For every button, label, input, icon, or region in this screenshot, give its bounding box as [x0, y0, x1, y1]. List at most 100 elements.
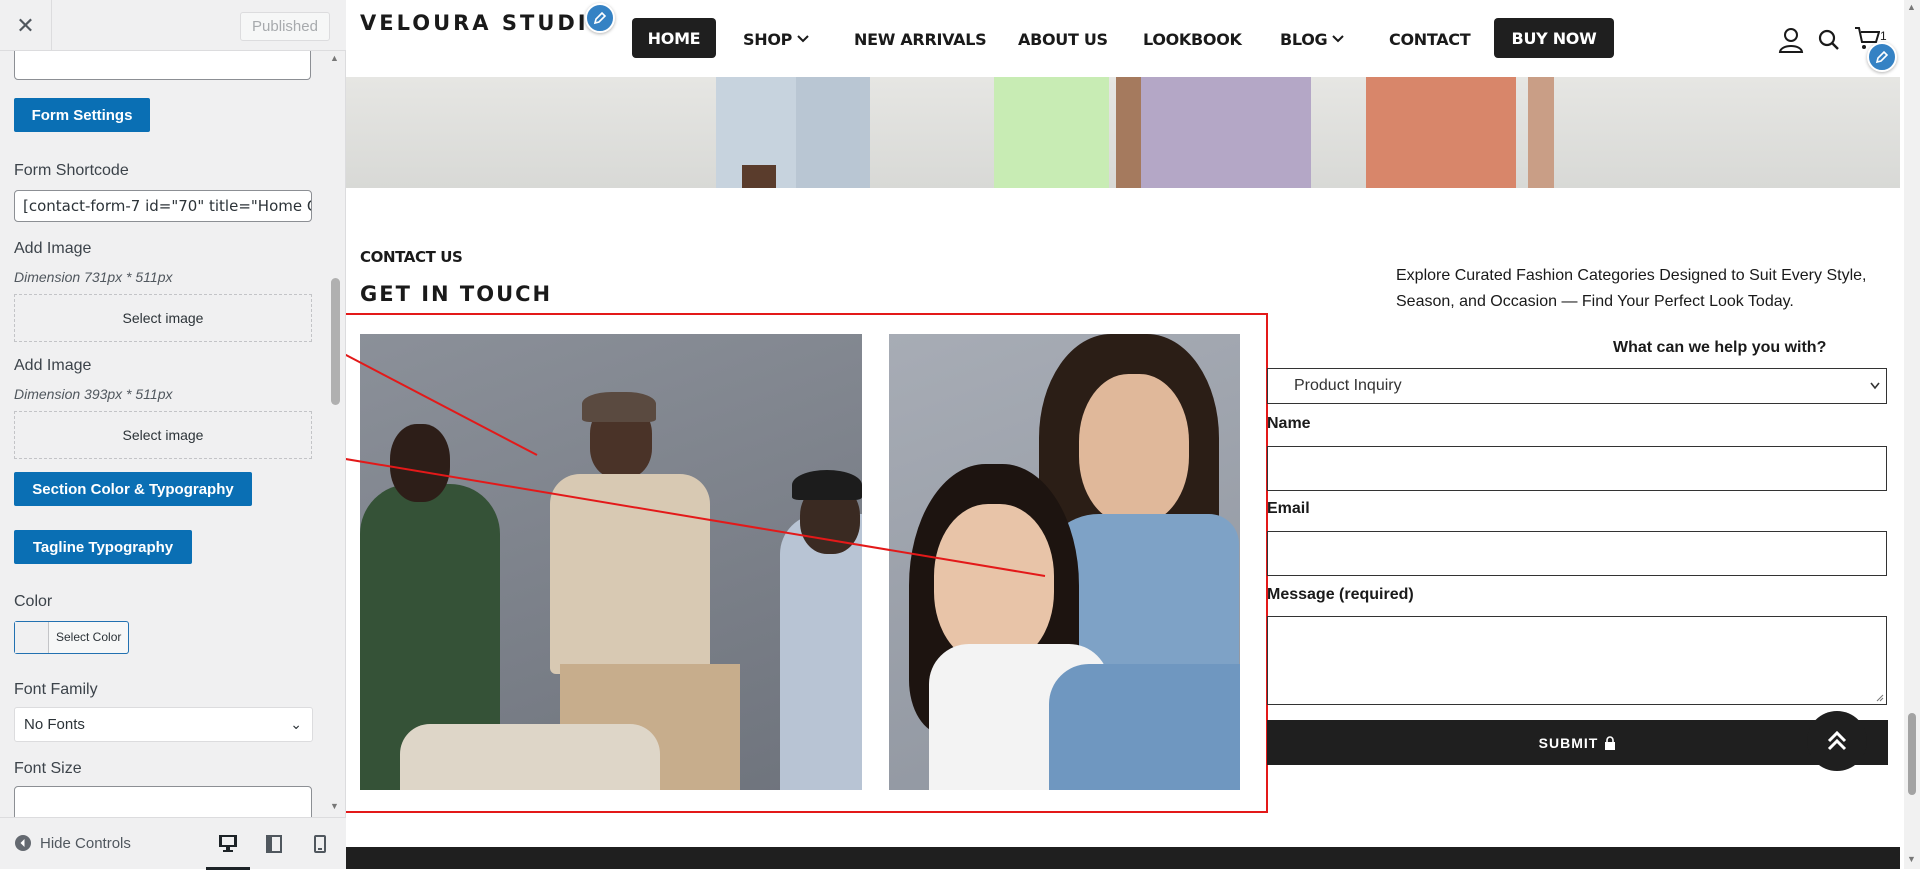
- buy-now-button[interactable]: BUY NOW: [1494, 18, 1614, 58]
- scroll-down-icon[interactable]: ▼: [330, 801, 339, 811]
- beige-jacket: [550, 474, 710, 674]
- name-input[interactable]: [1267, 446, 1887, 491]
- tablet-icon: [266, 835, 282, 853]
- model-shorts: [796, 77, 870, 188]
- model-shorts: [1141, 77, 1311, 188]
- sidebar-scrollbar[interactable]: ▲ ▼: [329, 51, 342, 817]
- scroll-up-icon[interactable]: ▲: [1907, 2, 1916, 12]
- select-color-button[interactable]: Select Color: [14, 621, 129, 654]
- contact-image-1: [360, 334, 862, 790]
- pencil-icon: [593, 11, 607, 25]
- lock-icon: [1605, 735, 1616, 750]
- font-size-input[interactable]: [14, 786, 312, 817]
- preview-scrollbar-thumb[interactable]: [1908, 713, 1916, 795]
- close-button[interactable]: ✕: [0, 0, 52, 51]
- double-chevron-up-icon: [1827, 730, 1847, 751]
- contact-image-2: [889, 334, 1240, 790]
- add-image-1-label: Add Image: [14, 240, 92, 257]
- font-family-label: Font Family: [14, 681, 98, 698]
- submit-label: SUBMIT: [1538, 734, 1599, 751]
- select-color-label: Select Color: [56, 630, 122, 644]
- chevron-down-icon: [797, 35, 809, 43]
- model-leg: [742, 165, 776, 188]
- textarea-field[interactable]: [14, 51, 311, 80]
- site-preview: VELOURA STUDIO HOME SHOP NEW ARRIVALS AB…: [346, 0, 1920, 869]
- search-icon[interactable]: [1818, 29, 1840, 51]
- tagline-typography-button[interactable]: Tagline Typography: [14, 530, 192, 564]
- add-image-2-label: Add Image: [14, 357, 92, 374]
- collapse-arrow-icon: [15, 835, 31, 851]
- scroll-up-icon[interactable]: ▲: [330, 53, 339, 63]
- footer: [346, 847, 1900, 869]
- select-image-1-button[interactable]: Select image: [14, 294, 312, 342]
- help-select-value: Product Inquiry: [1294, 377, 1402, 394]
- nav-lookbook[interactable]: LOOKBOOK: [1143, 28, 1242, 50]
- desktop-preview-button[interactable]: [206, 818, 250, 870]
- font-family-select[interactable]: No Fonts ⌄: [14, 707, 313, 742]
- help-label: What can we help you with?: [1613, 339, 1827, 356]
- nav-home[interactable]: HOME: [632, 18, 716, 58]
- message-textarea[interactable]: [1267, 616, 1887, 705]
- back-to-top-button[interactable]: [1807, 711, 1867, 771]
- edit-logo-shortcut[interactable]: [585, 3, 615, 33]
- face: [1079, 374, 1189, 524]
- message-label: Message (required): [1267, 586, 1414, 603]
- sidebar-header: ✕ Published: [0, 0, 346, 51]
- beanie: [582, 392, 656, 422]
- cream-pants: [400, 724, 660, 790]
- nav-new-arrivals[interactable]: NEW ARRIVALS: [854, 28, 987, 50]
- chevron-down-icon: [1332, 35, 1345, 43]
- close-icon: ✕: [16, 12, 35, 38]
- nav-blog-label: BLOG: [1280, 29, 1328, 49]
- edit-header-shortcut[interactable]: [1867, 42, 1897, 72]
- email-input[interactable]: [1267, 531, 1887, 576]
- form-shortcode-input[interactable]: [contact-form-7 id="70" title="Home Cc: [14, 190, 312, 222]
- nav-shop-label: SHOP: [743, 29, 793, 49]
- name-label: Name: [1267, 415, 1311, 432]
- sidebar-controls: Form Settings Form Shortcode [contact-fo…: [0, 51, 346, 817]
- sidebar-scrollbar-thumb[interactable]: [331, 278, 340, 405]
- person-head: [390, 424, 450, 502]
- section-heading: GET IN TOUCH: [360, 282, 553, 306]
- hide-controls-button[interactable]: Hide Controls: [14, 834, 131, 852]
- face: [934, 504, 1054, 664]
- nav-about-us[interactable]: ABOUT US: [1018, 28, 1108, 50]
- tablet-preview-button[interactable]: [256, 818, 292, 870]
- resize-handle-icon[interactable]: [1876, 694, 1884, 702]
- pencil-icon: [1875, 50, 1889, 64]
- add-image-2-dimension: Dimension 393px * 511px: [14, 386, 173, 402]
- font-size-label: Font Size: [14, 760, 82, 777]
- desktop-icon: [219, 834, 237, 852]
- chevron-down-icon: [1870, 382, 1880, 390]
- customizer-sidebar: ✕ Published Form Settings Form Shortcode…: [0, 0, 346, 870]
- preview-scrollbar[interactable]: ▲ ▼: [1904, 0, 1920, 869]
- section-description: Explore Curated Fashion Categories Desig…: [1396, 267, 1867, 310]
- denim-jacket: [1049, 664, 1240, 790]
- site-logo[interactable]: VELOURA STUDIO: [360, 11, 609, 35]
- section-color-typography-button[interactable]: Section Color & Typography: [14, 472, 252, 506]
- blue-hoodie: [780, 514, 862, 790]
- color-swatch: [15, 622, 49, 653]
- model-arm: [1528, 77, 1554, 188]
- user-icon[interactable]: [1778, 27, 1804, 53]
- nav-blog[interactable]: BLOG: [1280, 28, 1345, 50]
- nav-shop[interactable]: SHOP: [743, 28, 809, 50]
- add-image-1-dimension: Dimension 731px * 511px: [14, 269, 173, 285]
- model-shorts: [994, 77, 1109, 188]
- help-select[interactable]: Product Inquiry: [1267, 368, 1887, 404]
- chevron-down-icon: ⌄: [290, 716, 302, 732]
- form-settings-button[interactable]: Form Settings: [14, 98, 150, 132]
- banner-image: [346, 77, 1900, 188]
- hide-controls-label: Hide Controls: [40, 834, 131, 852]
- mobile-preview-button[interactable]: [302, 818, 338, 870]
- scroll-down-icon[interactable]: ▼: [1907, 854, 1916, 864]
- bucket-hat: [792, 470, 862, 500]
- mobile-icon: [314, 835, 326, 853]
- nav-contact[interactable]: CONTACT: [1389, 28, 1471, 50]
- published-button[interactable]: Published: [240, 12, 330, 41]
- form-shortcode-label: Form Shortcode: [14, 162, 129, 179]
- section-tagline: CONTACT US: [360, 248, 463, 266]
- select-image-2-button[interactable]: Select image: [14, 411, 312, 459]
- color-label: Color: [14, 593, 53, 610]
- submit-button[interactable]: SUBMIT: [1267, 720, 1888, 765]
